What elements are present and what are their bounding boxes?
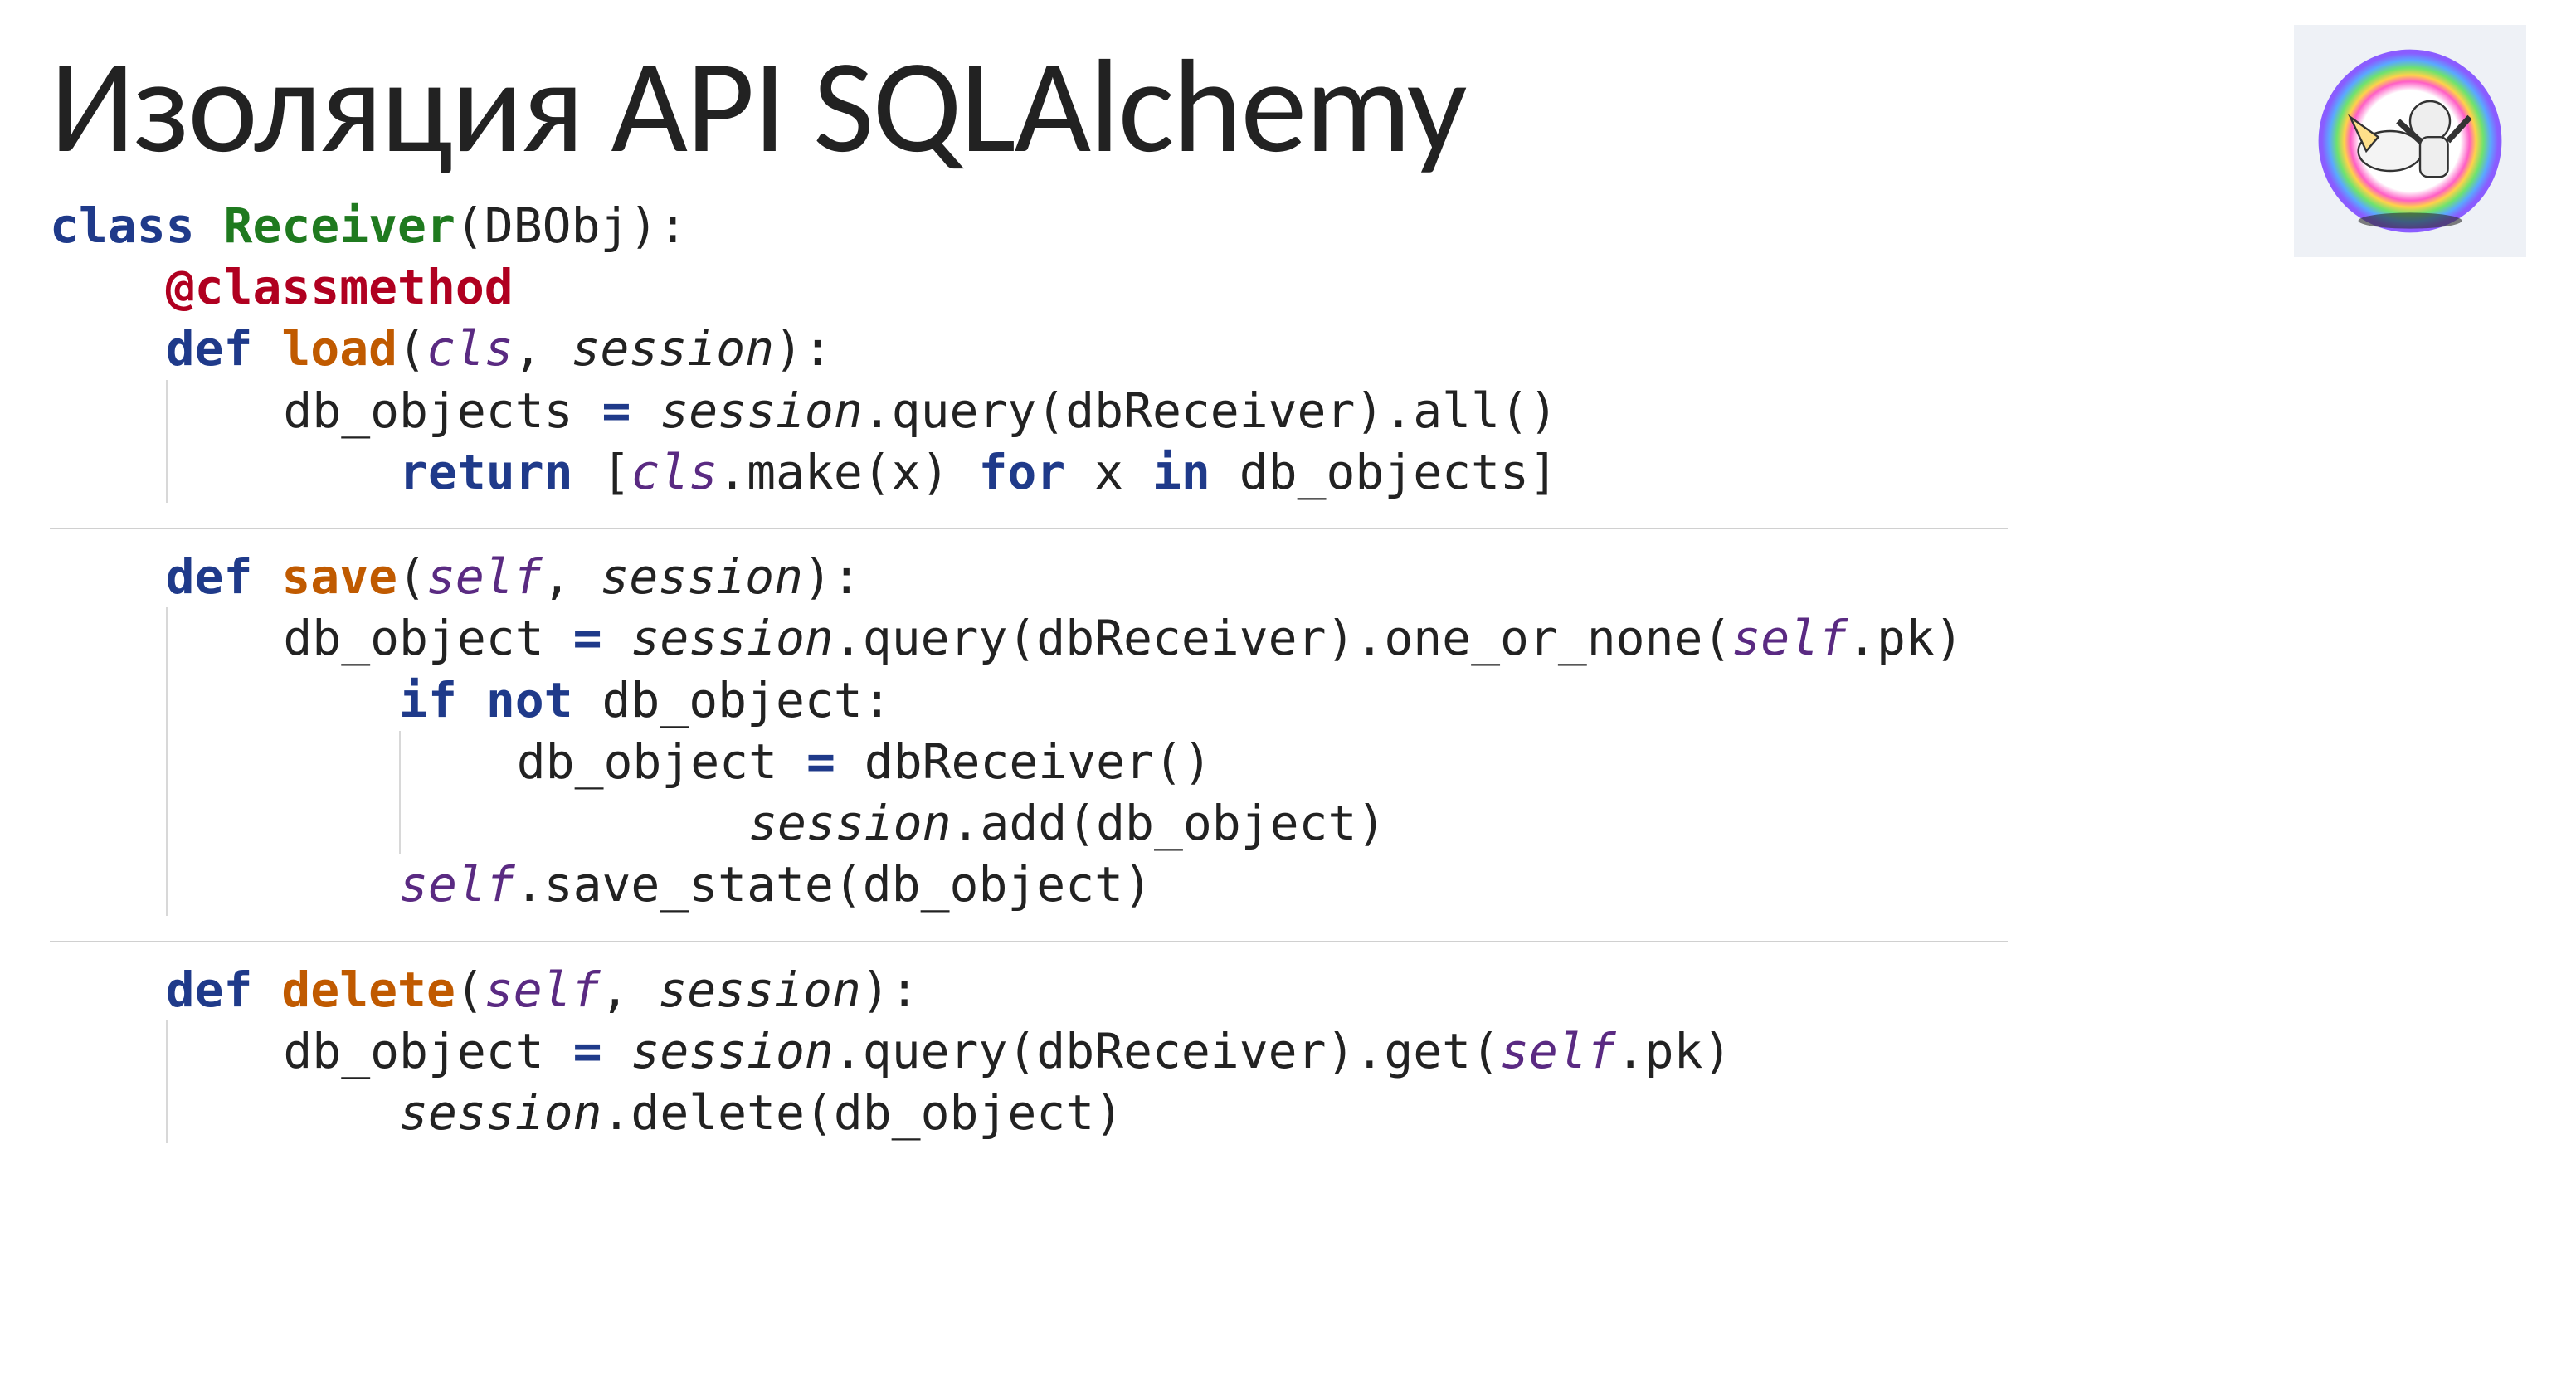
fn-load: load: [281, 320, 397, 377]
separator: [50, 941, 2008, 942]
class-name: Receiver: [224, 197, 455, 254]
keyword-def: def: [166, 320, 253, 377]
fn-save: save: [281, 548, 397, 605]
param-session: session: [572, 320, 774, 377]
slide: Изоляция API SQLAlchemy class Receiver(D…: [0, 0, 2576, 1383]
param-cls: cls: [426, 320, 514, 377]
logo-badge: [2294, 25, 2526, 257]
keyword-for: for: [978, 444, 1065, 500]
slide-title: Изоляция API SQLAlchemy: [50, 25, 2526, 187]
unicorn-astronaut-icon: [2311, 41, 2510, 241]
code-block-delete: def delete(self, session): db_object = s…: [50, 959, 2526, 1144]
keyword-in: in: [1152, 444, 1210, 500]
keyword-if: if: [399, 672, 457, 728]
keyword-return: return: [399, 444, 573, 500]
separator: [50, 528, 2008, 529]
code-block-save: def save(self, session): db_object = ses…: [50, 546, 2526, 915]
param-self: self: [426, 548, 543, 605]
decorator: @classmethod: [166, 259, 514, 315]
fn-delete: delete: [281, 962, 455, 1018]
keyword-class: class: [50, 197, 195, 254]
keyword-not: not: [486, 672, 573, 728]
code-block: class Receiver(DBObj): @classmethod def …: [50, 195, 2526, 503]
class-base: (DBObj):: [455, 197, 687, 254]
